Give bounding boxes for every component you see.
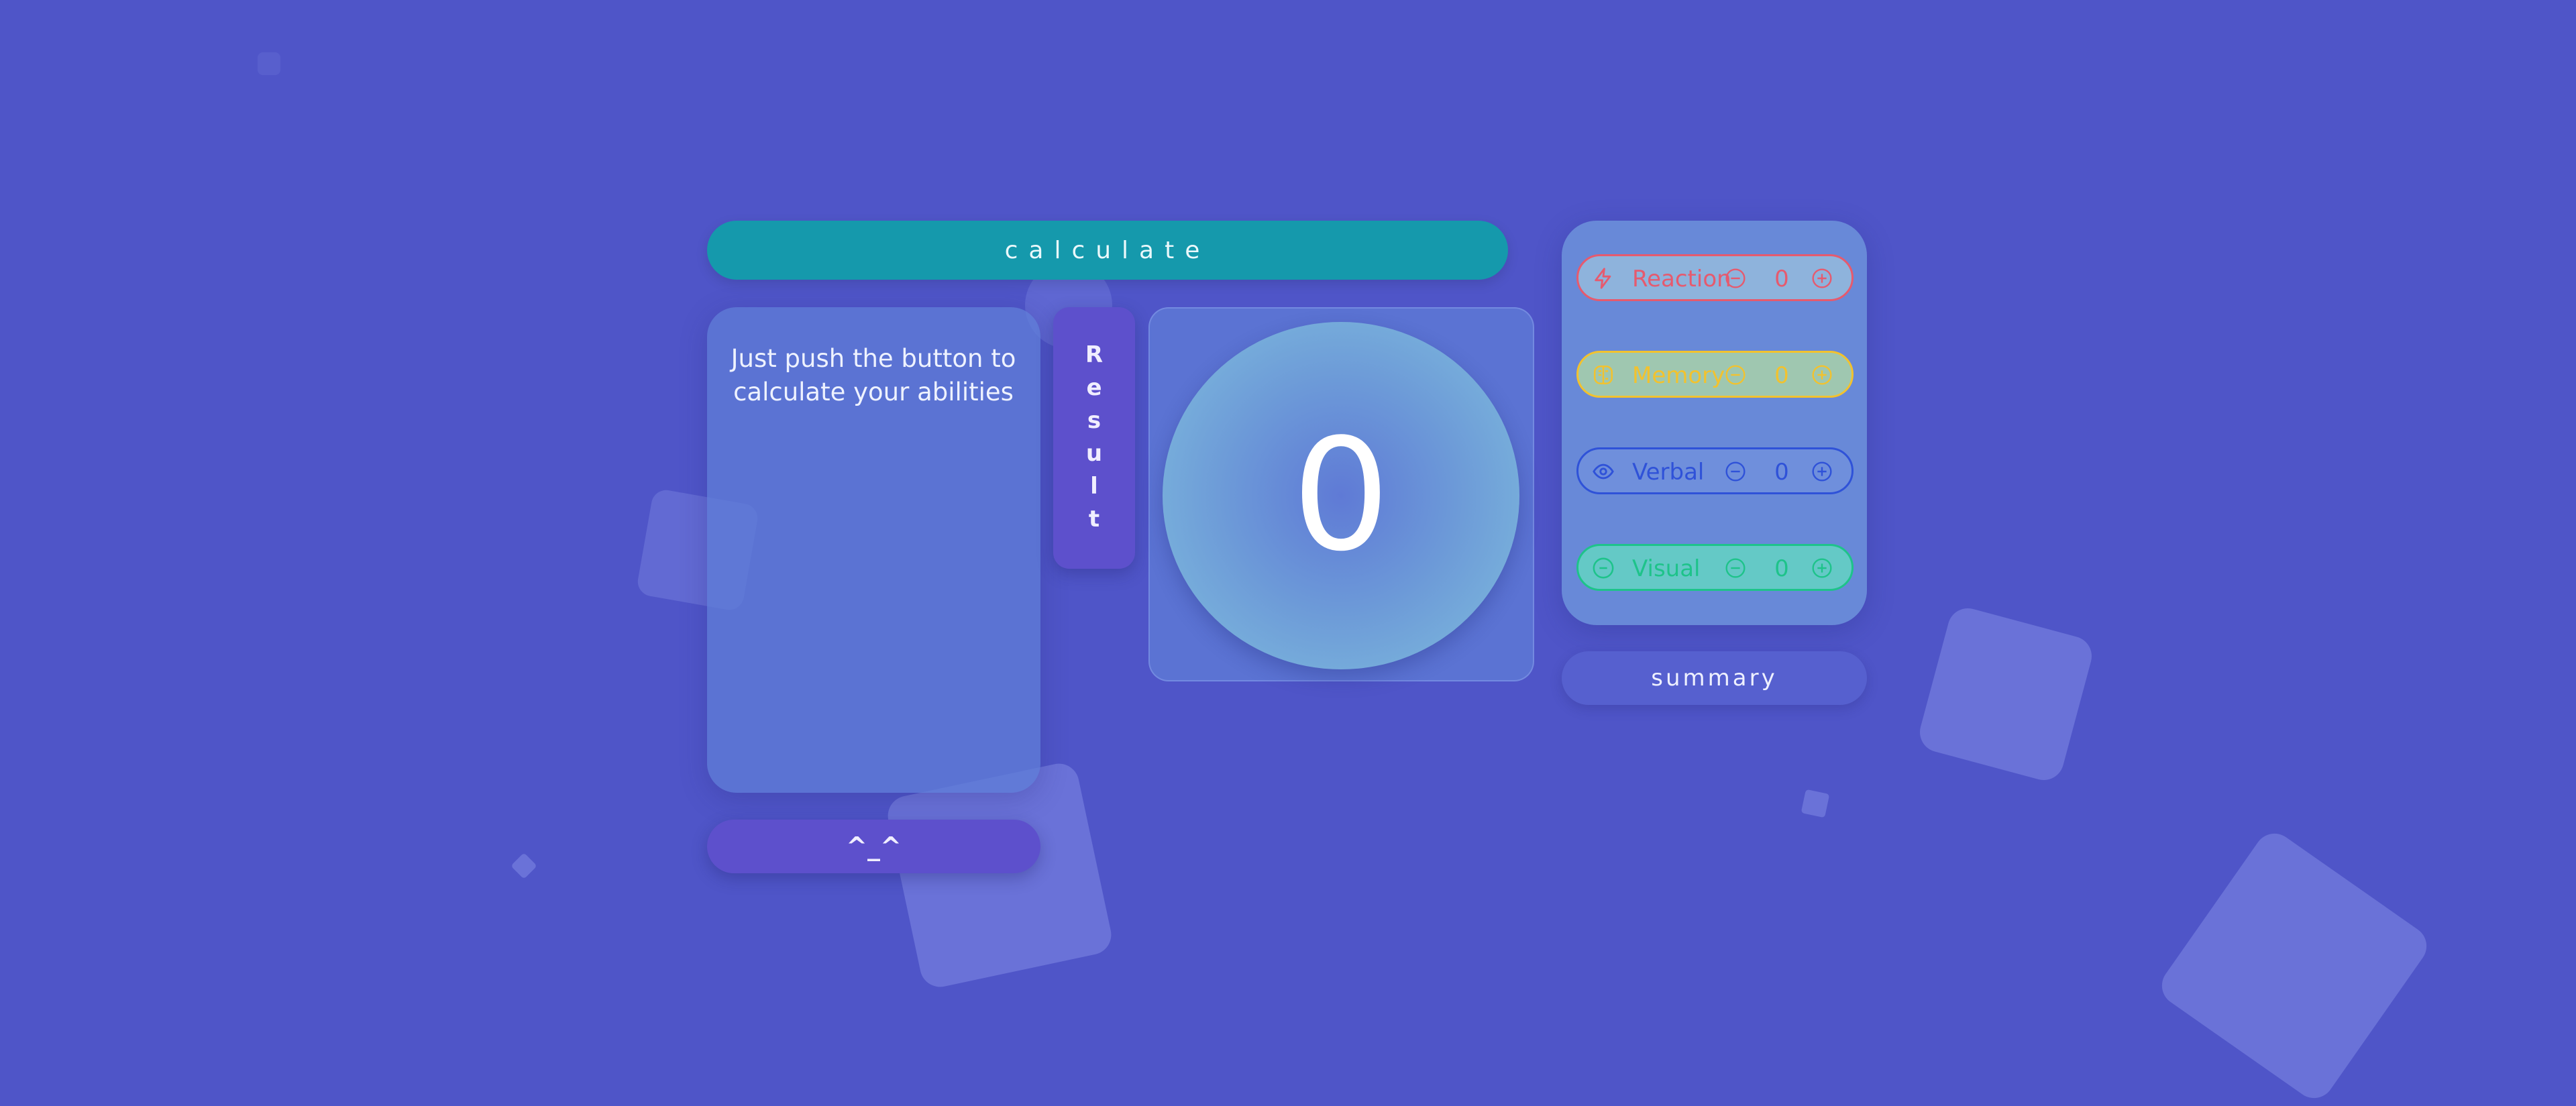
minus-circle-icon[interactable] xyxy=(1725,461,1746,482)
emoticon-button[interactable]: ^_^ xyxy=(707,820,1040,873)
result-letter: u xyxy=(1085,440,1103,467)
minus-circle-icon[interactable] xyxy=(1725,364,1746,386)
background-shape xyxy=(258,52,280,75)
skill-label: Reaction xyxy=(1632,266,1731,292)
lightning-icon xyxy=(1595,268,1611,289)
skill-label: Memory xyxy=(1632,362,1725,389)
skill-value: 0 xyxy=(1774,459,1789,486)
chat-icon xyxy=(1593,557,1614,579)
result-letter: t xyxy=(1088,506,1100,533)
result-letter: l xyxy=(1090,473,1098,500)
skill-row-reaction: Reaction 0 xyxy=(1576,254,1854,301)
brain-icon xyxy=(1593,365,1613,385)
result-letter: R xyxy=(1085,341,1104,368)
result-letter: s xyxy=(1087,407,1102,434)
background-shape xyxy=(884,760,1115,991)
background-shape xyxy=(2154,826,2434,1106)
skill-row-visual: Visual 0 xyxy=(1576,544,1854,591)
plus-circle-icon[interactable] xyxy=(1811,461,1833,482)
skill-value: 0 xyxy=(1774,266,1789,292)
skill-value: 0 xyxy=(1774,362,1789,389)
summary-button[interactable]: summary xyxy=(1562,651,1867,705)
result-label: R e s u l t xyxy=(1053,339,1135,536)
minus-circle-icon[interactable] xyxy=(1725,268,1746,289)
minus-circle-icon[interactable] xyxy=(1725,557,1746,579)
result-letter: e xyxy=(1086,374,1102,401)
skill-row-verbal: Verbal 0 xyxy=(1576,447,1854,494)
skill-row-memory: Memory 0 xyxy=(1576,351,1854,398)
background-shape xyxy=(1801,789,1830,818)
score-value: 0 xyxy=(1291,406,1391,586)
plus-circle-icon[interactable] xyxy=(1811,557,1833,579)
plus-circle-icon[interactable] xyxy=(1811,268,1833,289)
background-shape xyxy=(511,852,537,879)
calculate-button[interactable]: calculate xyxy=(707,221,1508,280)
skill-label: Verbal xyxy=(1632,459,1705,486)
skill-value: 0 xyxy=(1774,555,1789,582)
plus-circle-icon[interactable] xyxy=(1811,364,1833,386)
background-shape xyxy=(1915,604,2096,785)
eye-icon xyxy=(1593,463,1614,480)
info-text: Just push the button to calculate your a… xyxy=(731,344,1016,406)
skill-label: Visual xyxy=(1632,555,1701,582)
